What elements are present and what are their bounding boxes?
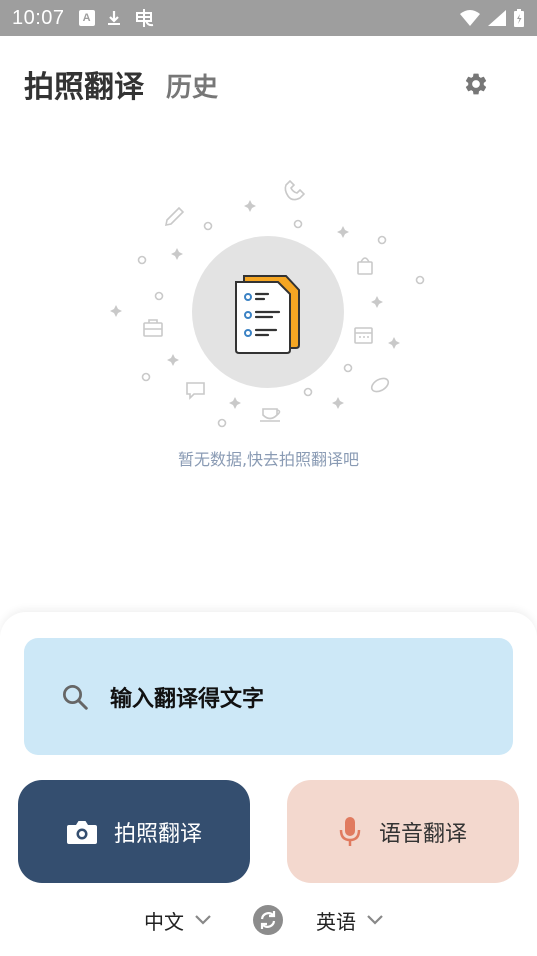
chevron-down-icon: [195, 915, 211, 925]
status-right-icons: [459, 8, 525, 28]
search-icon: [63, 684, 88, 710]
tab-photo-translate[interactable]: 拍照翻译: [24, 62, 144, 106]
status-time: 10:07: [12, 6, 65, 29]
notification-a-icon: A: [78, 10, 95, 26]
search-input[interactable]: 输入翻译得文字: [24, 638, 513, 755]
document-icon: [235, 275, 300, 354]
tab-history[interactable]: 历史: [166, 67, 218, 104]
download-icon: [107, 11, 120, 25]
status-left-icons: A: [78, 8, 155, 28]
swap-languages-icon[interactable]: [253, 905, 283, 935]
battery-charging-icon: [514, 9, 524, 27]
source-language-label: 中文: [144, 909, 184, 934]
settings-button[interactable]: [461, 69, 491, 99]
microphone-icon: [339, 816, 361, 846]
chevron-down-icon: [367, 915, 383, 925]
language-selector: 中文 英语: [0, 900, 537, 940]
empty-state-illustration: [110, 179, 425, 428]
photo-translate-button[interactable]: 拍照翻译: [18, 780, 250, 883]
voice-translate-button[interactable]: 语音翻译: [287, 780, 519, 883]
camera-icon: [66, 820, 97, 844]
voice-translate-label: 语音翻译: [378, 821, 467, 847]
search-placeholder: 输入翻译得文字: [110, 686, 265, 712]
header: 拍照翻译 历史: [0, 36, 537, 132]
signal-icon: [488, 10, 506, 26]
empty-state-message: 暂无数据,快去拍照翻译吧: [177, 450, 360, 469]
target-language-label: 英语: [316, 909, 356, 934]
target-language-select[interactable]: 英语: [316, 900, 384, 940]
photo-translate-label: 拍照翻译: [113, 821, 202, 847]
source-language-select[interactable]: 中文: [144, 900, 212, 940]
wifi-icon: [460, 10, 480, 26]
app-icon: [135, 9, 153, 27]
bottom-panel: 输入翻译得文字 拍照翻译 语音翻译 中文 英语: [0, 612, 537, 956]
status-bar: 10:07 A: [0, 0, 537, 36]
gear-icon: [465, 73, 487, 95]
